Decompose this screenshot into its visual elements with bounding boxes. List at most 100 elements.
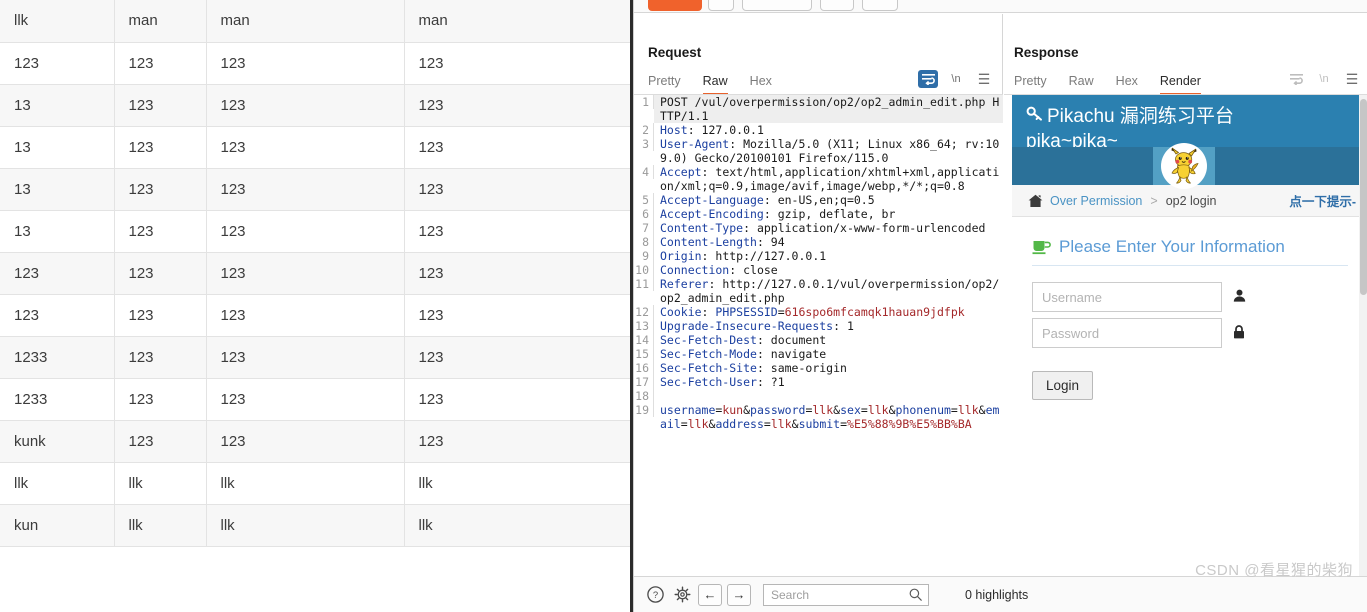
word-wrap-glyph <box>921 73 935 85</box>
line-text: Accept: text/html,application/xhtml+xml,… <box>654 165 1003 193</box>
table-row: llk man man man <box>0 0 630 43</box>
tab-pretty[interactable]: Pretty <box>1014 74 1047 95</box>
line-token: Upgrade-Insecure-Requests <box>660 319 834 333</box>
request-line: 18 <box>634 389 1003 403</box>
request-line: 10 Connection: close <box>634 263 1003 277</box>
line-token: Sec-Fetch-User <box>660 375 757 389</box>
table-cell: 123 <box>0 252 115 295</box>
password-field-row <box>1032 318 1348 348</box>
table-row: kunk 123 123 123 <box>0 420 630 463</box>
table-cell: 123 <box>404 84 630 127</box>
burp-repeater-window: Request Pretty Raw Hex \n ☰ 1 POST /vul/ove… <box>633 0 1367 612</box>
render-scrollbar-thumb[interactable] <box>1360 99 1367 295</box>
line-token: llk <box>687 417 709 431</box>
table-cell: 123 <box>114 210 207 253</box>
line-number: 15 <box>634 347 654 361</box>
line-token: : close <box>729 263 778 277</box>
line-number: 7 <box>634 221 654 235</box>
line-token: Host <box>660 123 688 137</box>
tab-hex[interactable]: Hex <box>750 74 772 95</box>
request-pane: Request Pretty Raw Hex \n ☰ 1 POST /vul/ove… <box>634 14 1003 576</box>
line-token: & <box>888 403 896 417</box>
send-button[interactable] <box>648 0 702 11</box>
line-text: POST /vul/overpermission/op2/op2_admin_e… <box>654 95 1003 123</box>
response-word-wrap-icon[interactable] <box>1286 70 1306 88</box>
table-cell: 123 <box>114 336 207 379</box>
username-input[interactable] <box>1032 282 1222 312</box>
login-button[interactable]: Login <box>1032 371 1094 400</box>
highlight-count: 0 highlights <box>965 587 1029 602</box>
request-line: 5 Accept-Language: en-US,en;q=0.5 <box>634 193 1003 207</box>
cancel-button[interactable] <box>708 0 734 11</box>
request-line: 1 POST /vul/overpermission/op2/op2_admin_… <box>634 95 1003 123</box>
search-box[interactable] <box>763 583 929 606</box>
request-tools[interactable]: \n ☰ <box>918 70 994 88</box>
response-tabs[interactable]: Pretty Raw Hex Render <box>1014 70 1223 95</box>
line-text: Sec-Fetch-Dest: document <box>654 333 1003 347</box>
history-back-button[interactable] <box>820 0 854 11</box>
word-wrap-icon[interactable] <box>918 70 938 88</box>
request-line: 7 Content-Type: application/x-www-form-ur… <box>634 221 1003 235</box>
line-number: 1 <box>634 95 654 109</box>
avatar-cell <box>1153 143 1215 189</box>
response-menu-icon[interactable]: ☰ <box>1342 70 1362 88</box>
line-token: %E5%88%9B%E5%BB%BA <box>847 417 972 431</box>
hint-link[interactable]: 点一下提示- <box>1289 191 1356 210</box>
request-line: 12 Cookie: PHPSESSID=616spo6mfcamqk1hauan… <box>634 305 1003 319</box>
search-bar: ? ← → Search 0 highlights <box>634 576 1367 612</box>
help-icon[interactable]: ? <box>644 584 666 606</box>
request-line: 4 Accept: text/html,application/xhtml+xml… <box>634 165 1003 193</box>
request-line: 17 Sec-Fetch-User: ?1 <box>634 375 1003 389</box>
table-cell: llk <box>114 504 207 547</box>
history-forward-button[interactable] <box>862 0 898 11</box>
table-cell: 123 <box>404 294 630 337</box>
follow-redirect-button[interactable] <box>742 0 812 11</box>
show-newlines-icon[interactable]: \n <box>946 70 966 88</box>
home-icon[interactable] <box>1028 194 1043 208</box>
response-show-newlines-icon[interactable]: \n <box>1314 70 1334 88</box>
line-token: kun <box>722 403 744 417</box>
search-input[interactable] <box>764 584 904 605</box>
line-token: : document <box>756 333 827 347</box>
table-cell: man <box>206 0 405 43</box>
table-cell: 123 <box>206 42 405 85</box>
table-cell: 123 <box>404 126 630 169</box>
tab-raw[interactable]: Raw <box>1069 74 1094 95</box>
breadcrumb-root-link[interactable]: Over Permission <box>1050 194 1142 208</box>
line-token: sex <box>840 403 861 417</box>
line-token: : 127.0.0.1 <box>687 123 764 137</box>
request-line: 3 User-Agent: Mozilla/5.0 (X11; Linux x86… <box>634 137 1003 165</box>
table-cell: llk <box>114 462 207 505</box>
word-wrap-glyph <box>1289 73 1303 85</box>
table-cell: llk <box>0 462 115 505</box>
table-cell: 13 <box>0 126 115 169</box>
line-text: Accept-Encoding: gzip, deflate, br <box>654 207 1003 221</box>
search-next-button[interactable]: → <box>727 583 751 606</box>
password-input[interactable] <box>1032 318 1222 348</box>
line-token: Content-Type <box>660 221 744 235</box>
table-cell: 123 <box>206 252 405 295</box>
line-text: Origin: http://127.0.0.1 <box>654 249 1003 263</box>
search-prev-button[interactable]: ← <box>698 583 722 606</box>
table-cell: 123 <box>206 294 405 337</box>
table-cell: 123 <box>114 84 207 127</box>
line-token: = <box>680 417 688 431</box>
request-editor[interactable]: 1 POST /vul/overpermission/op2/op2_admin_… <box>634 95 1003 576</box>
line-token: = <box>860 403 868 417</box>
line-token: : ?1 <box>756 375 785 389</box>
line-text: User-Agent: Mozilla/5.0 (X11; Linux x86_… <box>654 137 1003 165</box>
request-line: 11 Referer: http://127.0.0.1/vul/overperm… <box>634 277 1003 305</box>
tab-render[interactable]: Render <box>1159 74 1201 95</box>
tab-hex[interactable]: Hex <box>1116 74 1138 95</box>
tab-raw[interactable]: Raw <box>702 74 728 95</box>
tab-pretty[interactable]: Pretty <box>648 74 681 95</box>
search-icon[interactable] <box>909 588 922 601</box>
breadcrumb-separator: > <box>1150 193 1158 208</box>
settings-icon[interactable] <box>671 584 693 606</box>
render-scrollbar[interactable] <box>1359 95 1367 576</box>
request-menu-icon[interactable]: ☰ <box>974 70 994 88</box>
line-number: 18 <box>634 389 654 403</box>
coffee-cup-icon <box>1032 241 1051 255</box>
home-glyph <box>1028 194 1043 207</box>
response-tools[interactable]: \n ☰ <box>1286 70 1362 88</box>
